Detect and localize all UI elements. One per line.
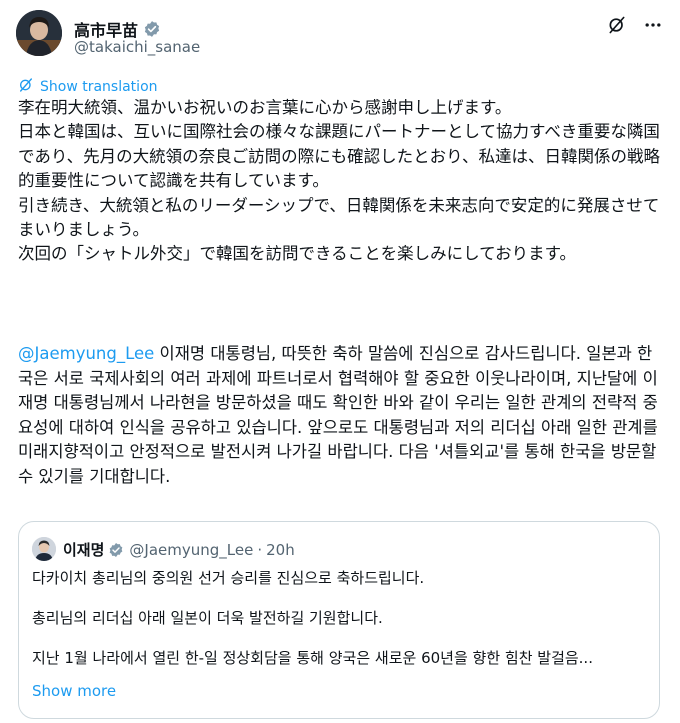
quoted-post-line: 다카이치 총리님의 중의원 선거 승리를 진심으로 축하드립니다. [32, 569, 425, 587]
verified-badge-icon[interactable] [143, 20, 161, 38]
quoted-author-name[interactable]: 이재명 [63, 539, 104, 560]
more-options-icon[interactable] [642, 14, 664, 36]
quoted-post-header: 이재명 @Jaemyung_Lee · 20h [63, 539, 295, 560]
quoted-post-line: 지난 1월 나라에서 열린 한-일 정상회담을 통해 양국은 새로운 60년을 … [32, 649, 593, 667]
grok-icon[interactable] [606, 14, 628, 36]
quoted-author-handle[interactable]: @Jaemyung_Lee [129, 541, 253, 559]
header-actions [606, 14, 664, 36]
author-avatar[interactable] [16, 10, 62, 56]
meta-separator: · [257, 540, 263, 559]
post-paragraph: 日本と韓国は、互いに国際社会の様々な課題にパートナーとして協力すべき重要な隣国で… [18, 122, 661, 191]
post-header: 高市早苗 @takaichi_sanae [16, 10, 664, 58]
show-more-link[interactable]: Show more [32, 682, 116, 700]
quoted-post-time[interactable]: 20h [266, 541, 295, 559]
korean-text: 이재명 대통령님, 따뜻한 축하 말씀에 진심으로 감사드립니다. 일본과 한국… [18, 344, 658, 486]
quoted-verified-badge-icon[interactable] [108, 542, 124, 558]
post-paragraph: 李在明大統領、温かいお祝いのお言葉に心から感謝申し上げます。 [18, 98, 512, 117]
post-body-korean: @Jaemyung_Lee 이재명 대통령님, 따뜻한 축하 말씀에 진심으로 … [18, 342, 664, 490]
mention-link[interactable]: @Jaemyung_Lee [18, 344, 154, 363]
quoted-author-avatar[interactable] [32, 537, 56, 561]
post-body-japanese: 李在明大統領、温かいお祝いのお言葉に心から感謝申し上げます。 日本と韓国は、互い… [18, 96, 664, 267]
post-paragraph: 引き続き、大統領と私のリーダーシップで、日韓関係を未来志向で安定的に発展させてま… [18, 195, 660, 240]
show-translation-link[interactable]: Show translation [18, 77, 158, 97]
author-handle[interactable]: @takaichi_sanae [74, 38, 200, 56]
quoted-post-line: 총리님의 리더십 아래 일본이 더욱 발전하길 기원합니다. [32, 609, 383, 627]
post-paragraph: 次回の「シャトル外交」で韓国を訪問できることを楽しみにしております。 [18, 244, 577, 264]
quoted-post-card[interactable]: 이재명 @Jaemyung_Lee · 20h 다카이치 총리님의 중의원 선거… [18, 521, 660, 719]
translate-icon [18, 77, 34, 97]
show-translation-label[interactable]: Show translation [40, 79, 158, 95]
